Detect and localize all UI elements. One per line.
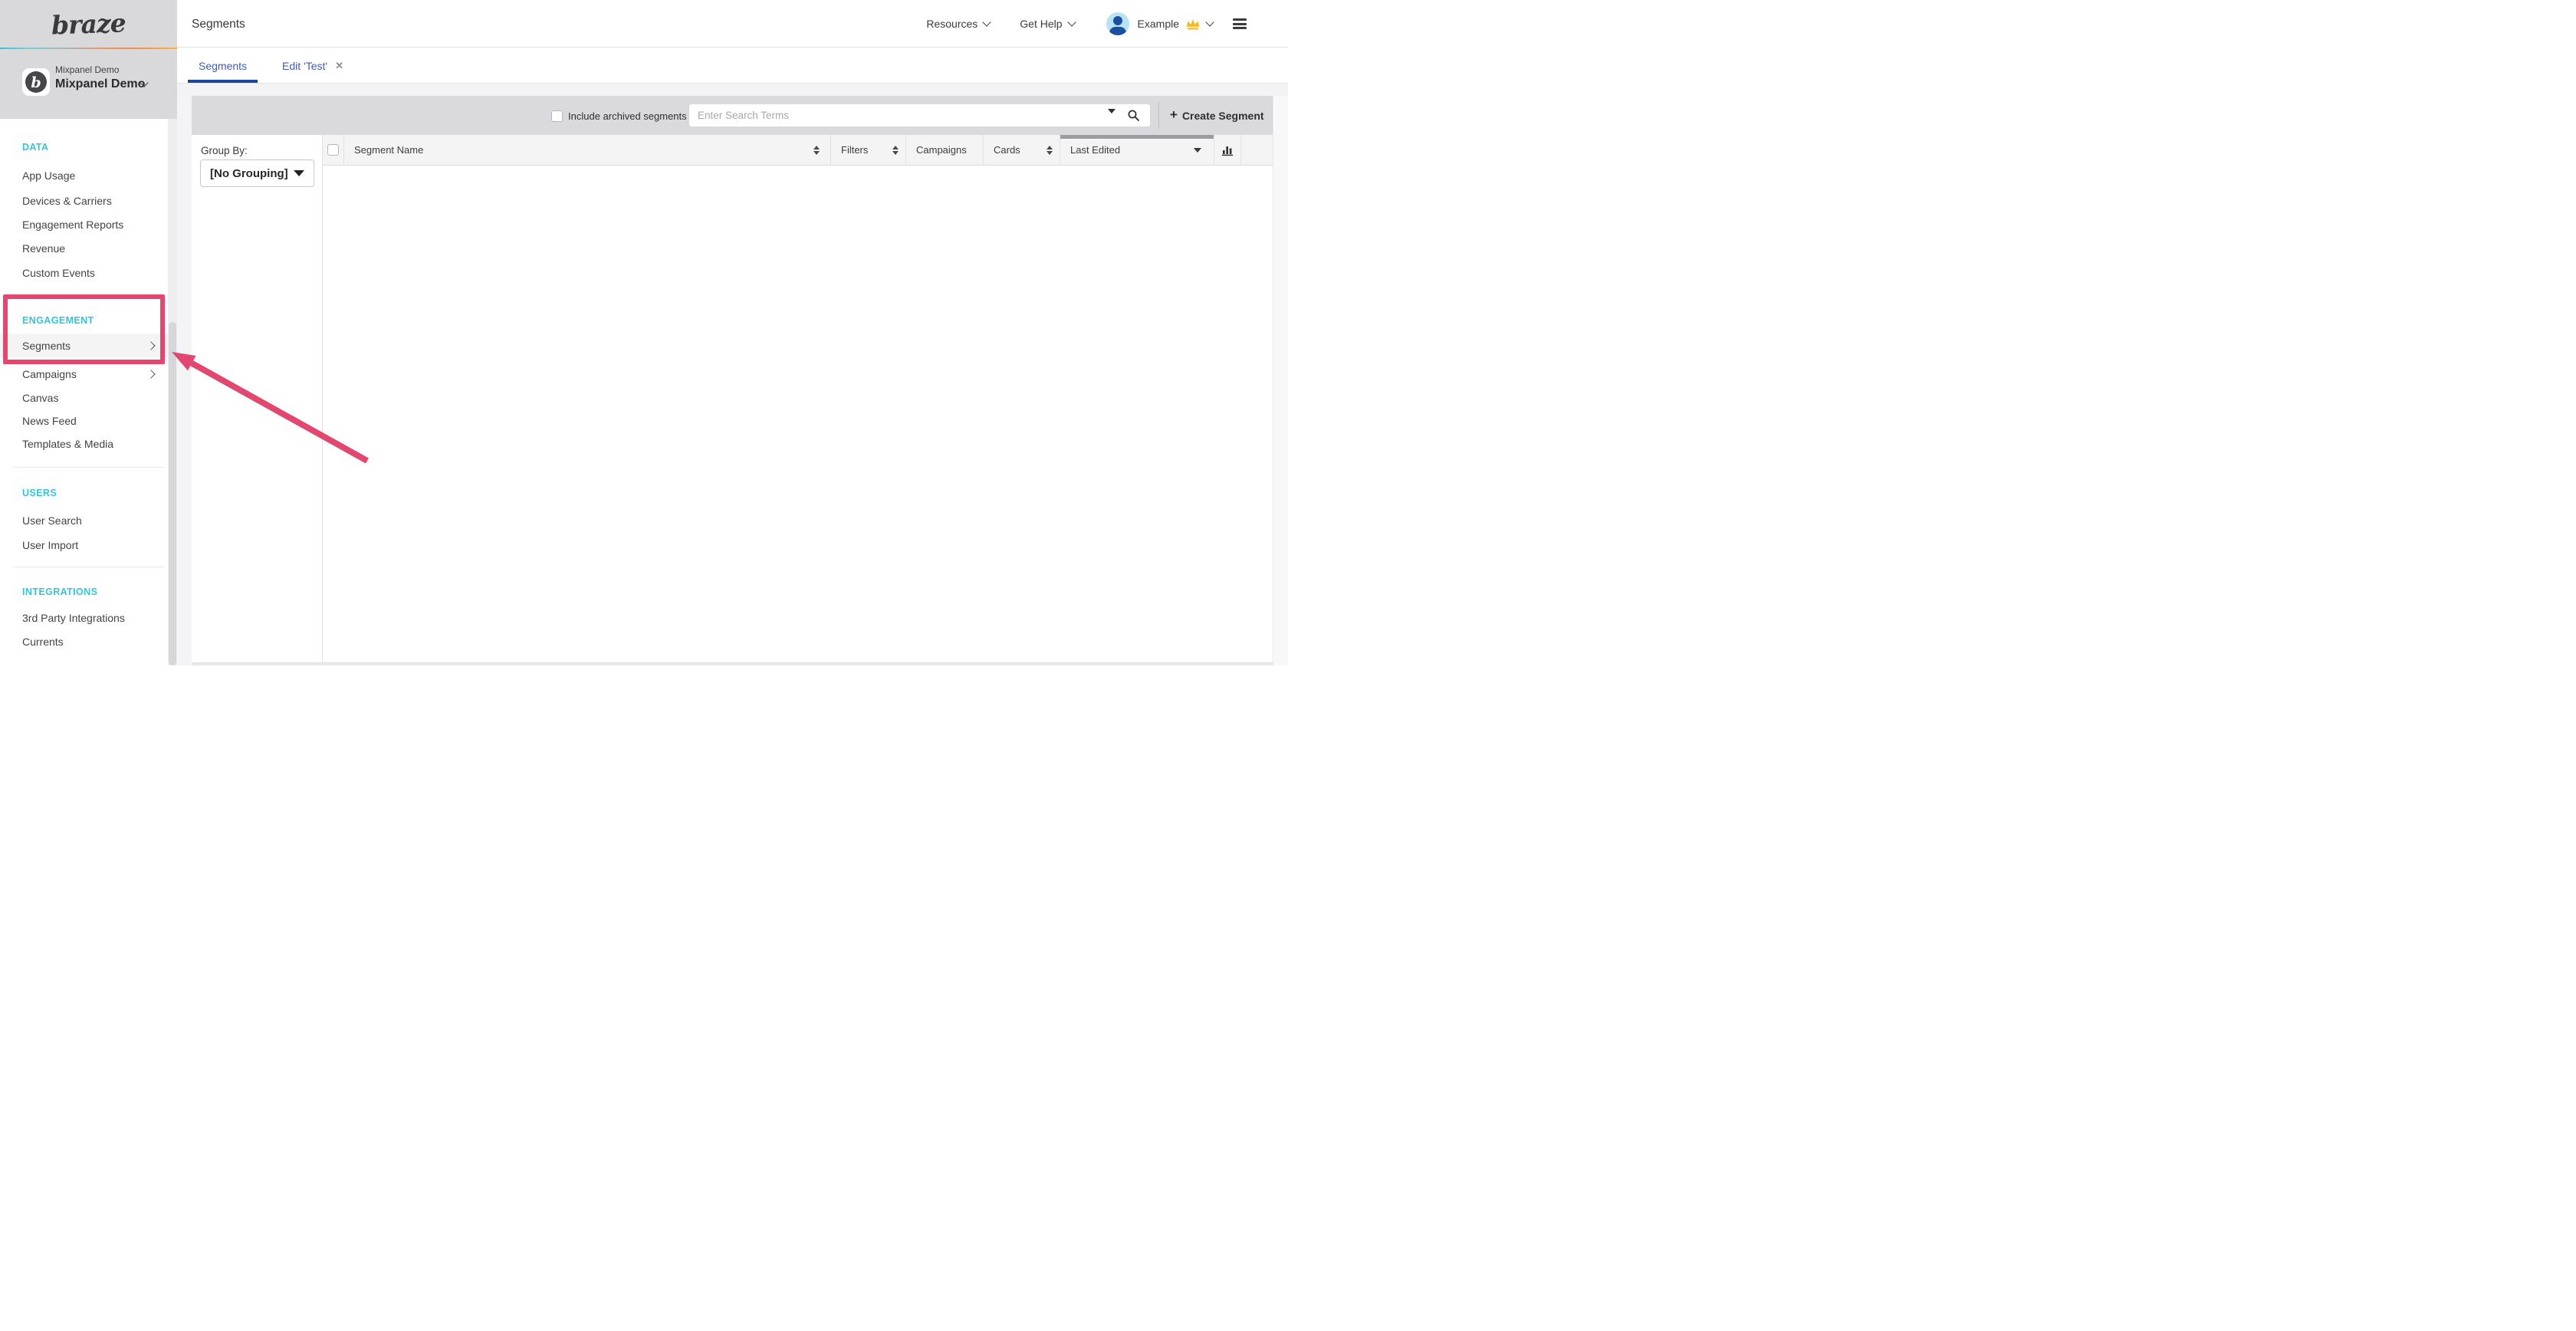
sidebar-item-campaigns[interactable]: Campaigns	[0, 362, 168, 386]
group-by-label: Group By:	[201, 145, 248, 156]
sidebar-item-app-usage[interactable]: App Usage	[0, 163, 168, 187]
sidebar-header: braze	[0, 0, 177, 48]
sidebar-item-user-import[interactable]: User Import	[0, 533, 168, 557]
crown-icon	[1185, 18, 1201, 31]
sidebar-item-news-feed[interactable]: News Feed	[0, 409, 168, 432]
content-right-gutter	[1273, 96, 1288, 666]
chevron-down-icon	[1067, 18, 1076, 26]
top-header: Segments Resources Get Help Example	[177, 0, 1288, 48]
table-bottom-edge	[192, 662, 1273, 666]
tab-edit-test[interactable]: Edit 'Test' ✕	[271, 48, 354, 83]
content-left-gutter	[177, 96, 192, 666]
section-title-integrations: INTEGRATIONS	[22, 587, 97, 597]
column-cards[interactable]: Cards	[984, 135, 1060, 165]
sidebar-scrollbar-thumb[interactable]	[169, 322, 176, 666]
section-title-data: DATA	[22, 142, 48, 153]
tab-content-gap	[177, 84, 1288, 96]
column-last-edited[interactable]: Last Edited	[1060, 135, 1214, 165]
sidebar-item-revenue[interactable]: Revenue	[0, 236, 168, 260]
workspace-name: Mixpanel Demo	[55, 77, 145, 91]
search-icon[interactable]	[1127, 109, 1140, 122]
plus-icon: +	[1170, 107, 1178, 123]
sidebar-item-devices-carriers[interactable]: Devices & Carriers	[0, 189, 168, 212]
column-spacer	[1241, 135, 1273, 165]
sorted-column-indicator	[1060, 135, 1214, 139]
filter-bar-divider	[1158, 102, 1159, 129]
sidebar-item-templates-media[interactable]: Templates & Media	[0, 432, 168, 455]
hamburger-menu-icon[interactable]	[1233, 18, 1247, 29]
tab-segments[interactable]: Segments	[188, 48, 258, 83]
sort-icon[interactable]	[813, 146, 820, 155]
sidebar-item-custom-events[interactable]: Custom Events	[0, 261, 168, 284]
sidebar-item-3rd-party-integrations[interactable]: 3rd Party Integrations	[0, 606, 168, 629]
section-title-users: USERS	[22, 488, 57, 498]
chevron-right-icon	[146, 341, 155, 350]
sort-icon[interactable]	[892, 146, 899, 155]
sidebar-item-user-search[interactable]: User Search	[0, 508, 168, 532]
sort-icon[interactable]	[1046, 146, 1053, 155]
page-title: Segments	[192, 18, 245, 31]
column-analytics[interactable]	[1214, 135, 1241, 165]
group-by-panel: Group By: [No Grouping]	[192, 135, 323, 662]
chevron-down-icon	[1205, 18, 1214, 26]
column-segment-name[interactable]: Segment Name	[344, 135, 831, 165]
column-filters[interactable]: Filters	[831, 135, 906, 165]
workspace-eyebrow: Mixpanel Demo	[55, 64, 119, 75]
sidebar-item-engagement-reports[interactable]: Engagement Reports	[0, 212, 168, 236]
select-all-cell	[323, 135, 344, 165]
bar-chart-icon	[1221, 144, 1234, 156]
braze-dashboard: braze b Mixpanel Demo Mixpanel Demo DATA…	[0, 0, 1288, 666]
segments-table-body	[323, 166, 1273, 662]
chevron-down-icon	[294, 170, 304, 176]
column-campaigns[interactable]: Campaigns	[906, 135, 984, 165]
workspace-selector[interactable]: b Mixpanel Demo Mixpanel Demo	[0, 49, 177, 119]
tab-bar: Segments Edit 'Test' ✕	[177, 48, 1288, 84]
search-box	[689, 104, 1150, 127]
close-icon[interactable]: ✕	[335, 60, 343, 72]
avatar	[1106, 12, 1129, 35]
chevron-down-icon	[983, 18, 991, 26]
include-archived-label: Include archived segments	[568, 110, 687, 122]
user-menu[interactable]: Example	[1106, 12, 1213, 35]
sidebar-item-segments[interactable]: Segments	[0, 334, 168, 357]
sidebar-divider	[13, 467, 164, 468]
braze-logo: braze	[51, 8, 127, 40]
chevron-right-icon	[146, 370, 155, 378]
create-segment-button[interactable]: + Create Segment	[1170, 96, 1264, 135]
section-title-engagement: ENGAGEMENT	[22, 315, 94, 326]
select-all-checkbox[interactable]	[327, 144, 339, 156]
segments-filter-bar: Include archived segments + Create Segme…	[192, 96, 1273, 135]
search-dropdown-caret[interactable]	[1108, 113, 1116, 127]
user-name: Example	[1138, 18, 1179, 30]
workspace-icon: b	[22, 68, 50, 96]
sidebar-item-currents[interactable]: Currents	[0, 629, 168, 653]
group-by-dropdown[interactable]: [No Grouping]	[200, 159, 314, 187]
include-archived-checkbox[interactable]	[551, 110, 563, 122]
segments-table-header: Segment Name Filters Campaigns Cards Las…	[323, 135, 1273, 166]
get-help-menu[interactable]: Get Help	[1020, 18, 1074, 30]
resources-menu[interactable]: Resources	[926, 18, 990, 30]
sort-desc-icon	[1194, 148, 1201, 153]
sidebar-item-canvas[interactable]: Canvas	[0, 386, 168, 409]
search-input[interactable]	[689, 104, 1150, 127]
